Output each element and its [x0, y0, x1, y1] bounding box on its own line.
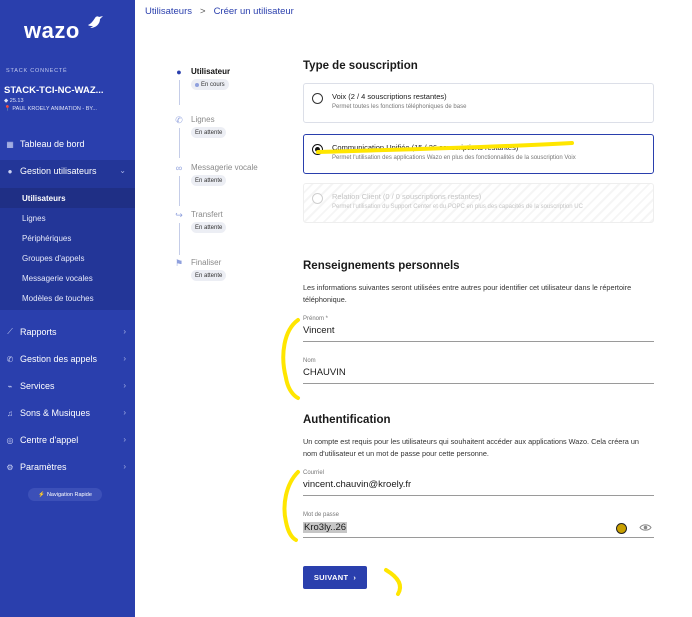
breadcrumb-separator: > — [200, 6, 206, 17]
subscription-option-customer-relation: Relation Client (0 / 0 souscriptions res… — [303, 183, 654, 223]
option-title: Voix (2 / 4 souscriptions restantes) — [332, 92, 447, 101]
sidebar: wazo STACK CONNECTÉ STACK-TCI-NC-WAZ... … — [0, 0, 135, 617]
radio-unified[interactable] — [312, 144, 323, 155]
grid-icon: ▦ — [6, 139, 14, 149]
step-label: Messagerie vocale — [191, 163, 258, 172]
auth-text: Un compte est requis pour les utilisateu… — [303, 437, 639, 458]
step-status-badge: En attente — [191, 175, 227, 186]
sidebar-subitem-devices[interactable]: Périphériques — [22, 234, 71, 243]
wazo-logo: wazo — [24, 18, 80, 43]
music-icon: ♫ — [7, 408, 13, 418]
password-label: Mot de passe — [303, 512, 340, 518]
auth-title: Authentification — [303, 414, 391, 426]
headset-icon: ◎ — [6, 435, 14, 445]
lightning-icon: ⚡ — [38, 491, 45, 498]
step-status-badge: En attente — [191, 270, 227, 281]
sidebar-subitem-call-groups[interactable]: Groupes d'appels — [22, 254, 84, 263]
chevron-right-icon: › — [123, 462, 126, 471]
stepper-line — [179, 223, 180, 255]
chevron-right-icon: › — [123, 381, 126, 390]
password-field: Mot de passe Kro3ly..26 — [303, 512, 654, 538]
stepper-line — [179, 80, 180, 105]
option-description: Permet l'utilisation des applications Wa… — [332, 155, 576, 161]
personal-info-title: Renseignements personnels — [303, 260, 460, 272]
chevron-right-icon: › — [123, 435, 126, 444]
step-status-badge: En attente — [191, 222, 227, 233]
subscription-title: Type de souscription — [303, 60, 418, 72]
step-label: Finaliser — [191, 258, 222, 267]
lastname-label: Nom — [303, 358, 316, 364]
lastname-input[interactable] — [303, 367, 623, 378]
step-status-badge: En attente — [191, 127, 227, 138]
chevron-right-icon: › — [353, 573, 357, 582]
sidebar-item-user-management[interactable]: ● Gestion utilisateurs ⌄ — [0, 160, 135, 182]
radio-customer-relation — [312, 193, 323, 204]
password-manager-icon[interactable] — [616, 523, 627, 534]
stack-name[interactable]: STACK-TCI-NC-WAZ... — [4, 85, 104, 96]
sidebar-item-sounds-music[interactable]: ♫ Sons & Musiques › — [0, 402, 135, 424]
chevron-right-icon: › — [123, 408, 126, 417]
sidebar-item-services[interactable]: ⌁ Services › — [0, 375, 135, 397]
flag-icon: ⚑ — [174, 257, 184, 268]
firstname-label: Prénom * — [303, 316, 329, 322]
email-label: Courriel — [303, 470, 325, 476]
chevron-right-icon: › — [123, 354, 126, 363]
users-icon: ● — [7, 166, 13, 176]
subscription-option-unified[interactable]: Communication Unifiée (15 / 26 souscript… — [303, 134, 654, 174]
services-icon: ⌁ — [7, 381, 13, 391]
step-label: Utilisateur — [191, 67, 231, 76]
sidebar-subitem-lines[interactable]: Lignes — [22, 214, 46, 223]
status-dot — [195, 82, 199, 87]
sidebar-item-reports[interactable]: ⟋ Rapports › — [0, 321, 135, 343]
radio-voice[interactable] — [312, 93, 323, 104]
firstname-input[interactable] — [303, 325, 623, 336]
option-title: Communication Unifiée (15 / 26 souscript… — [332, 143, 519, 152]
gear-icon: ⚙ — [6, 462, 14, 472]
personal-info-text: Les informations suivantes seront utilis… — [303, 283, 632, 304]
chevron-down-icon: ⌄ — [119, 166, 126, 175]
breadcrumb: Utilisateurs > Créer un utilisateur — [145, 6, 294, 17]
chart-icon: ⟋ — [7, 327, 13, 336]
sidebar-item-settings[interactable]: ⚙ Paramètres › — [0, 456, 135, 478]
option-description: Permet toutes les fonctions téléphonique… — [332, 104, 467, 110]
sidebar-subitem-key-templates[interactable]: Modèles de touches — [22, 294, 94, 303]
nav-active-background — [0, 188, 135, 208]
email-input[interactable] — [303, 479, 623, 490]
lastname-field: Nom — [303, 358, 654, 384]
bird-logo-icon — [88, 16, 103, 28]
sidebar-item-call-center[interactable]: ◎ Centre d'appel › — [0, 429, 135, 451]
step-label: Lignes — [191, 115, 215, 124]
option-description: Permet l'utilisation du Support Center e… — [332, 204, 583, 210]
voicemail-icon: ∞ — [175, 163, 183, 173]
subscription-option-voice[interactable]: Voix (2 / 4 souscriptions restantes) Per… — [303, 83, 654, 123]
breadcrumb-parent[interactable]: Utilisateurs — [145, 6, 192, 17]
stepper-line — [179, 128, 180, 158]
stack-label: STACK CONNECTÉ — [6, 68, 68, 74]
quick-nav-button[interactable]: ⚡ Navigation Rapide — [28, 488, 102, 501]
sidebar-item-dashboard[interactable]: ▦ Tableau de bord — [0, 133, 135, 155]
sidebar-subitem-users[interactable]: Utilisateurs — [22, 194, 66, 203]
step-status-badge: En cours — [191, 79, 229, 90]
next-button[interactable]: SUIVANT › — [303, 566, 367, 589]
step-label: Transfert — [191, 210, 223, 219]
option-title: Relation Client (0 / 0 souscriptions res… — [332, 192, 482, 201]
password-input[interactable]: Kro3ly..26 — [303, 522, 348, 533]
sidebar-item-call-management[interactable]: ✆ Gestion des appels › — [0, 348, 135, 370]
email-field: Courriel — [303, 470, 654, 496]
firstname-field: Prénom * — [303, 316, 654, 342]
sidebar-subitem-voicemails[interactable]: Messagerie vocales — [22, 274, 93, 283]
phone-icon: ✆ — [175, 114, 183, 125]
eye-icon[interactable] — [639, 522, 652, 533]
app-root: wazo STACK CONNECTÉ STACK-TCI-NC-WAZ... … — [0, 0, 692, 617]
phone-icon: ✆ — [6, 354, 14, 364]
chevron-right-icon: › — [123, 327, 126, 336]
user-icon: ● — [176, 67, 182, 77]
forward-icon: ↪ — [175, 209, 183, 220]
stepper-line — [179, 176, 180, 206]
stack-client: 📍 PAUL KROELY ANIMATION - BY... — [4, 106, 97, 112]
stack-version: ◆ 25.13 — [4, 98, 24, 104]
breadcrumb-current: Créer un utilisateur — [213, 6, 294, 17]
